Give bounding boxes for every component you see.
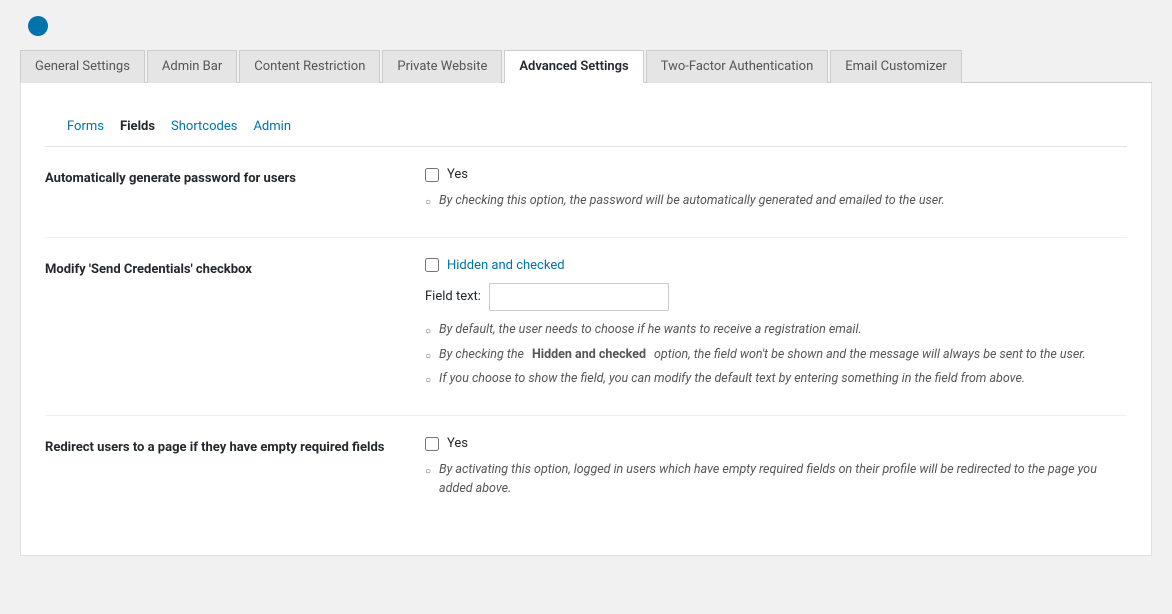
setting-row-auto-generate-password: Automatically generate password for user… <box>45 147 1127 238</box>
main-content: FormsFieldsShortcodesAdmin Automatically… <box>20 83 1152 556</box>
page-wrapper: General SettingsAdmin BarContent Restric… <box>0 0 1172 614</box>
setting-row-redirect-users-empty-fields: Redirect users to a page if they have em… <box>45 416 1127 525</box>
hint-list-auto-generate-password: By checking this option, the password wi… <box>425 192 1127 211</box>
tab-general-settings[interactable]: General Settings <box>20 50 145 83</box>
checkbox-label-auto-generate-password: Yes <box>447 167 468 182</box>
hint-list-modify-send-credentials: By default, the user needs to choose if … <box>425 321 1127 389</box>
hint-auto-generate-password-0: By checking this option, the password wi… <box>425 192 1127 211</box>
sub-tab-fields[interactable]: Fields <box>112 115 163 138</box>
setting-control-redirect-users-empty-fields: Yes By activating this option, logged in … <box>425 436 1127 505</box>
setting-label-auto-generate-password: Automatically generate password for user… <box>45 167 425 189</box>
checkbox-row-redirect-users-empty-fields: Yes <box>425 436 1127 451</box>
tab-private-website[interactable]: Private Website <box>382 50 502 83</box>
page-title-row <box>20 16 1152 36</box>
checkbox-redirect-users-empty-fields[interactable] <box>425 437 439 451</box>
checkbox-label-redirect-users-empty-fields: Yes <box>447 436 468 451</box>
field-text-label-modify-send-credentials: Field text: <box>425 289 481 304</box>
tab-email-customizer[interactable]: Email Customizer <box>830 50 962 83</box>
sub-tabs: FormsFieldsShortcodesAdmin <box>45 103 1127 147</box>
setting-row-modify-send-credentials: Modify 'Send Credentials' checkboxHidden… <box>45 238 1127 416</box>
tab-advanced-settings[interactable]: Advanced Settings <box>504 50 643 83</box>
hint-modify-send-credentials-1: By checking the Hidden and checked optio… <box>425 346 1127 365</box>
hint-modify-send-credentials-0: By default, the user needs to choose if … <box>425 321 1127 340</box>
tab-admin-bar[interactable]: Admin Bar <box>147 50 237 83</box>
hint-redirect-users-empty-fields-0: By activating this option, logged in use… <box>425 461 1127 499</box>
settings-rows: Automatically generate password for user… <box>45 147 1127 525</box>
help-icon[interactable] <box>28 16 48 36</box>
setting-label-modify-send-credentials: Modify 'Send Credentials' checkbox <box>45 258 425 280</box>
setting-label-redirect-users-empty-fields: Redirect users to a page if they have em… <box>45 436 425 458</box>
sub-tab-admin[interactable]: Admin <box>245 115 299 138</box>
checkbox-label-modify-send-credentials: Hidden and checked <box>447 258 565 273</box>
checkbox-modify-send-credentials[interactable] <box>425 258 439 272</box>
tabs-bar: General SettingsAdmin BarContent Restric… <box>20 50 1152 83</box>
checkbox-row-auto-generate-password: Yes <box>425 167 1127 182</box>
setting-control-auto-generate-password: Yes By checking this option, the password… <box>425 167 1127 217</box>
checkbox-row-modify-send-credentials: Hidden and checked <box>425 258 1127 273</box>
setting-control-modify-send-credentials: Hidden and checked Field text: By default,… <box>425 258 1127 395</box>
tab-two-factor-authentication[interactable]: Two-Factor Authentication <box>646 50 829 83</box>
hint-modify-send-credentials-2: If you choose to show the field, you can… <box>425 370 1127 389</box>
sub-tab-forms[interactable]: Forms <box>59 115 112 138</box>
tab-content-restriction[interactable]: Content Restriction <box>239 50 380 83</box>
sub-tab-shortcodes[interactable]: Shortcodes <box>163 115 245 138</box>
checkbox-auto-generate-password[interactable] <box>425 168 439 182</box>
field-text-input-modify-send-credentials[interactable] <box>489 283 669 311</box>
hint-list-redirect-users-empty-fields: By activating this option, logged in use… <box>425 461 1127 499</box>
field-text-row-modify-send-credentials: Field text: <box>425 283 1127 311</box>
